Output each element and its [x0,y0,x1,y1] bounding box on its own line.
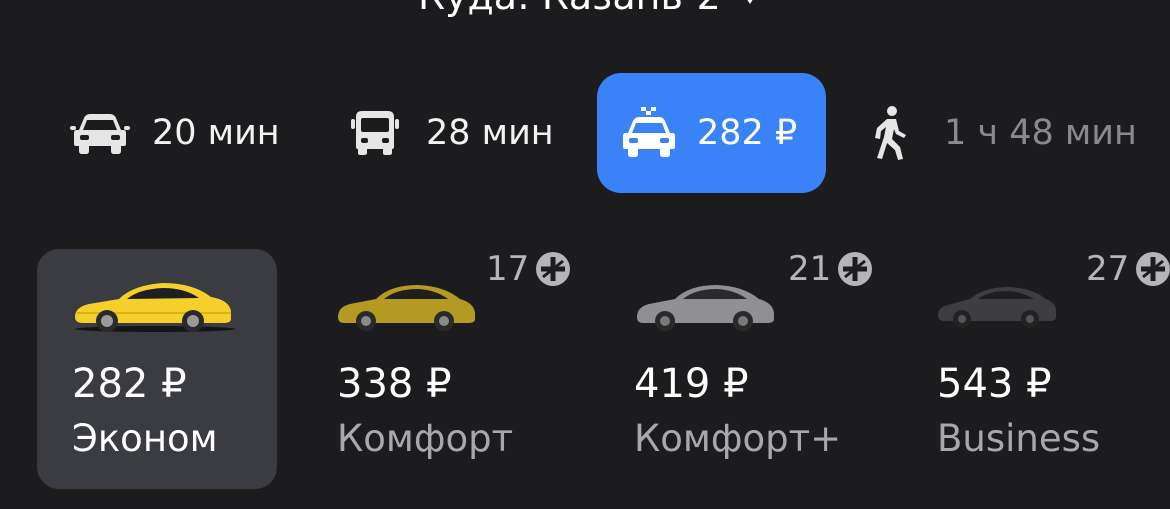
bonus-badge: 21 [788,249,873,289]
bus-icon [351,111,399,155]
tariff-price: 282 ₽ [72,361,187,407]
bonus-points: 17 [486,249,530,289]
mode-walk[interactable]: 1 ч 48 мин [872,73,1137,193]
tariff-name: Комфорт [337,417,514,460]
mode-car[interactable]: 20 мин [70,73,280,193]
taxi-icon [623,107,675,157]
plus-points-icon [536,252,571,286]
tariff-business[interactable]: 27 543 ₽ Business [900,249,1170,489]
destination-label: Куда: Казань-2 [418,0,721,18]
car-icon [70,114,130,154]
transport-modes: 20 мин 28 мин 282 ₽ 1 ч 48 мин [0,73,1170,193]
destination-selector[interactable]: Куда: Казань-2 [418,0,761,18]
tariff-price: 419 ₽ [634,361,749,407]
chevron-down-icon [747,0,753,4]
bonus-points: 27 [1086,249,1130,289]
mode-walk-label: 1 ч 48 мин [944,113,1137,153]
tariff-price: 543 ₽ [937,361,1052,407]
mode-taxi[interactable]: 282 ₽ [597,73,826,193]
tariff-name: Комфорт+ [634,417,842,460]
tariff-econom[interactable]: 282 ₽ Эконом [37,249,277,489]
bonus-badge: 27 [1086,249,1170,289]
business-car-icon [938,287,1056,328]
tariff-comfort[interactable]: 17 338 ₽ Комфорт [300,249,571,489]
mode-car-label: 20 мин [152,113,280,153]
tariff-comfort-plus[interactable]: 21 419 ₽ Комфорт+ [597,249,873,489]
tariff-name: Business [937,417,1101,460]
bonus-points: 21 [788,249,832,289]
yellow-car-icon [75,283,235,332]
tariff-price: 338 ₽ [337,361,452,407]
comfort-plus-car-icon [637,285,774,331]
comfort-car-icon [338,285,475,331]
walk-icon [875,106,906,160]
tariff-name: Эконом [72,417,218,460]
mode-taxi-label: 282 ₽ [697,113,798,153]
mode-bus-label: 28 мин [426,113,554,153]
mode-bus[interactable]: 28 мин [350,73,554,193]
plus-points-icon [1136,252,1170,286]
bonus-badge: 17 [486,249,571,289]
route-panel: Куда: Казань-2 20 мин [0,0,1170,509]
plus-points-icon [838,252,873,286]
